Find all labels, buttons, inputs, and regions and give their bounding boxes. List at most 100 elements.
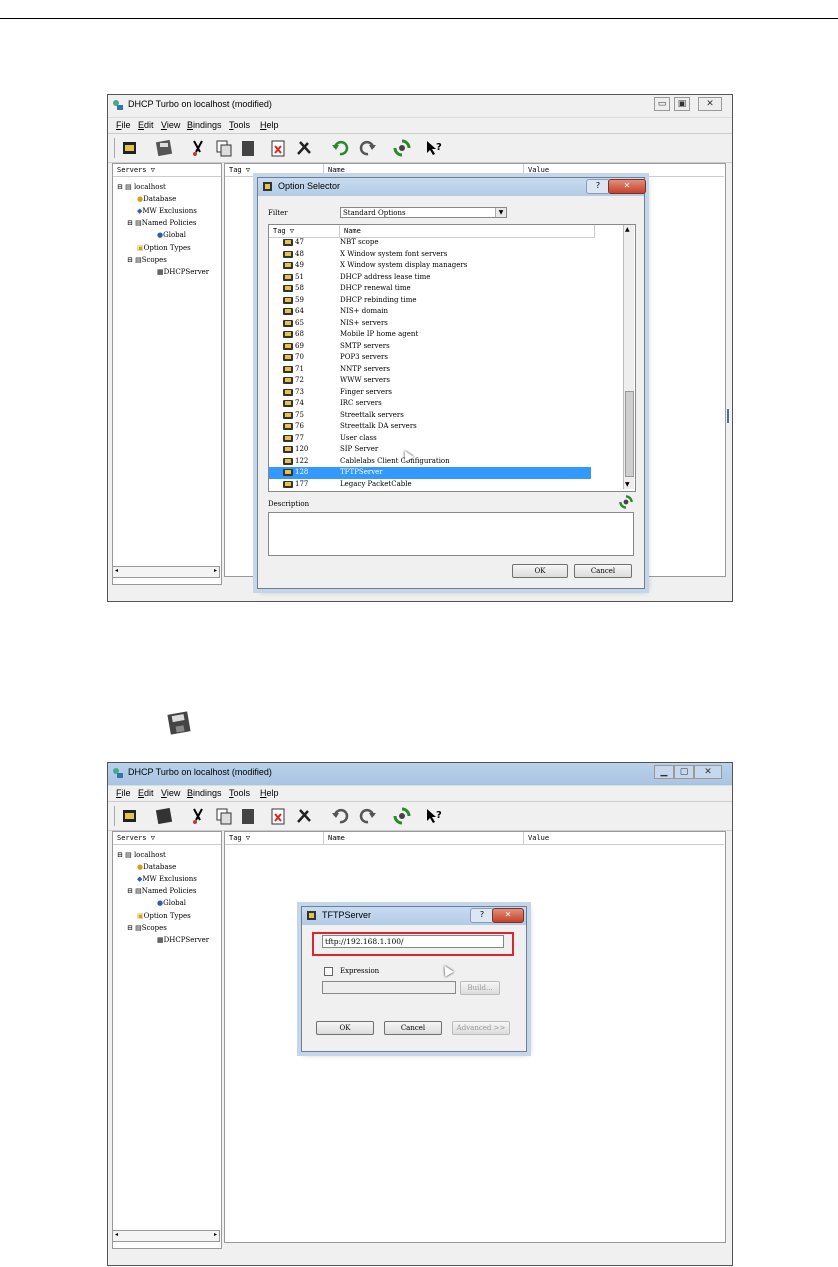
expression-input[interactable] [322,981,456,994]
tree-item-database[interactable]: ●Database [137,862,176,872]
tree-item-scopes[interactable]: ⊟ ▤Scopes [127,255,167,265]
restore-button[interactable]: ▢ [674,765,694,779]
option-row[interactable]: 71 NNTP servers [269,364,591,376]
paste-icon[interactable] [238,806,258,826]
help-pointer-icon[interactable]: ? [424,806,444,826]
option-row[interactable]: 51 DHCP address lease time [269,272,591,284]
tree-item-database[interactable]: ●Database [137,194,176,204]
menu-bindings[interactable]: Bindings [187,120,222,130]
save-icon[interactable] [154,138,174,158]
value-column-header[interactable]: Value [524,164,724,177]
tag-column-header[interactable]: Tag ▽ [225,164,324,177]
menu-tools[interactable]: Tools [229,120,250,130]
tree-item-localhost[interactable]: ⊟ ▤ localhost [117,850,166,860]
tree-item-dhcpserver[interactable]: ▦DHCPServer [157,935,209,945]
option-row[interactable]: 122 Cablelabs Client Configuration [269,456,591,468]
menu-edit[interactable]: Edit [138,120,154,130]
copy-icon[interactable] [214,138,234,158]
minimize-button[interactable]: ▭ [654,97,670,111]
close-button[interactable]: ✕ [698,97,722,111]
option-row[interactable]: 177 Legacy PacketCable [269,479,591,491]
tools-icon[interactable] [294,138,314,158]
menu-tools[interactable]: Tools [229,788,250,798]
option-row[interactable]: 70 POP3 servers [269,352,591,364]
option-row[interactable]: 47 NBT scope [269,237,591,249]
close-button[interactable]: ✕ [694,765,722,779]
expression-checkbox[interactable] [324,967,333,976]
option-row[interactable]: 120 SIP Server [269,444,591,456]
folder-icon[interactable] [120,806,140,826]
dialog-close-button[interactable]: ✕ [492,908,524,923]
cut-icon[interactable] [188,806,208,826]
tree-item-localhost[interactable]: ⊟ ▤ localhost [117,182,166,192]
tree-item-global[interactable]: ●Global [157,898,186,908]
menu-file[interactable]: File [116,788,131,798]
option-row[interactable]: 68 Mobile IP home agent [269,329,591,341]
name-column-header[interactable]: Name [324,832,524,845]
menu-file[interactable]: File [116,120,131,130]
delete-icon[interactable] [268,138,288,158]
advanced-button[interactable]: Advanced >> [452,1021,510,1035]
list-vertical-scrollbar[interactable]: ▲ ▼ [623,225,634,489]
scrollbar-thumb[interactable] [625,391,634,477]
redo-icon[interactable] [358,806,378,826]
tree-horizontal-scrollbar[interactable]: ◂ ▸ [112,1230,220,1242]
option-row[interactable]: 64 NIS+ domain [269,306,591,318]
paste-icon[interactable] [238,138,258,158]
cut-icon[interactable] [188,138,208,158]
menu-help[interactable]: Help [260,788,279,798]
folder-icon[interactable] [120,138,140,158]
tree-item-scopes[interactable]: ⊟ ▤Scopes [127,923,167,933]
tools-icon[interactable] [294,806,314,826]
build-button[interactable]: Build... [460,981,500,995]
cancel-button[interactable]: Cancel [384,1021,442,1035]
option-row[interactable]: 72 WWW servers [269,375,591,387]
undo-icon[interactable] [330,806,350,826]
option-row[interactable]: 49 X Window system display managers [269,260,591,272]
delete-icon[interactable] [268,806,288,826]
menu-help[interactable]: Help [260,120,279,130]
option-row[interactable]: 76 Streettalk DA servers [269,421,591,433]
option-row[interactable]: 58 DHCP renewal time [269,283,591,295]
tree-item-option-types[interactable]: ▣Option Types [137,243,191,253]
tree-item-exclusions[interactable]: ◆MW Exclusions [137,206,197,216]
tree-item-dhcpserver[interactable]: ▦DHCPServer [157,267,209,277]
option-row[interactable]: 74 IRC servers [269,398,591,410]
refresh-icon[interactable] [392,806,412,826]
refresh-icon[interactable] [618,494,634,510]
name-column-header[interactable]: Name [324,164,524,177]
menu-view[interactable]: View [161,788,180,798]
restore-button[interactable]: ▣ [674,97,690,111]
filter-select[interactable]: Standard Options ▼ [340,207,507,218]
tree-item-exclusions[interactable]: ◆MW Exclusions [137,874,197,884]
cancel-button[interactable]: Cancel [574,564,632,578]
option-row[interactable]: 77 User class [269,433,591,445]
menu-edit[interactable]: Edit [138,788,154,798]
tree-item-named-policies[interactable]: ⊟ ▤Named Policies [127,218,197,228]
tree-item-option-types[interactable]: ▣Option Types [137,911,191,921]
option-row[interactable]: 69 SMTP servers [269,341,591,353]
ok-button[interactable]: OK [512,564,568,578]
menu-view[interactable]: View [161,120,180,130]
tftp-value-input[interactable]: tftp://192.168.1.100/ [322,935,504,948]
tree-item-named-policies[interactable]: ⊟ ▤Named Policies [127,886,197,896]
save-icon[interactable] [154,806,174,826]
tag-column-header[interactable]: Tag ▽ [225,832,324,845]
help-button[interactable]: ? [470,908,494,923]
copy-icon[interactable] [214,806,234,826]
pane-splitter[interactable] [727,409,729,423]
help-button[interactable]: ? [586,179,610,194]
option-row[interactable]: 59 DHCP rebinding time [269,295,591,307]
redo-icon[interactable] [358,138,378,158]
dialog-close-button[interactable]: ✕ [608,179,646,194]
ok-button[interactable]: OK [316,1021,374,1035]
option-row[interactable]: 128 TFTPServer [269,467,591,479]
servers-header[interactable]: Servers ▽ [113,164,221,177]
tree-item-global[interactable]: ●Global [157,230,186,240]
value-column-header[interactable]: Value [524,832,724,845]
option-row[interactable]: 75 Streettalk servers [269,410,591,422]
option-row[interactable]: 73 Finger servers [269,387,591,399]
menu-bindings[interactable]: Bindings [187,788,222,798]
tree-horizontal-scrollbar[interactable]: ◂ ▸ [112,566,220,578]
chevron-down-icon[interactable]: ▼ [495,208,506,217]
